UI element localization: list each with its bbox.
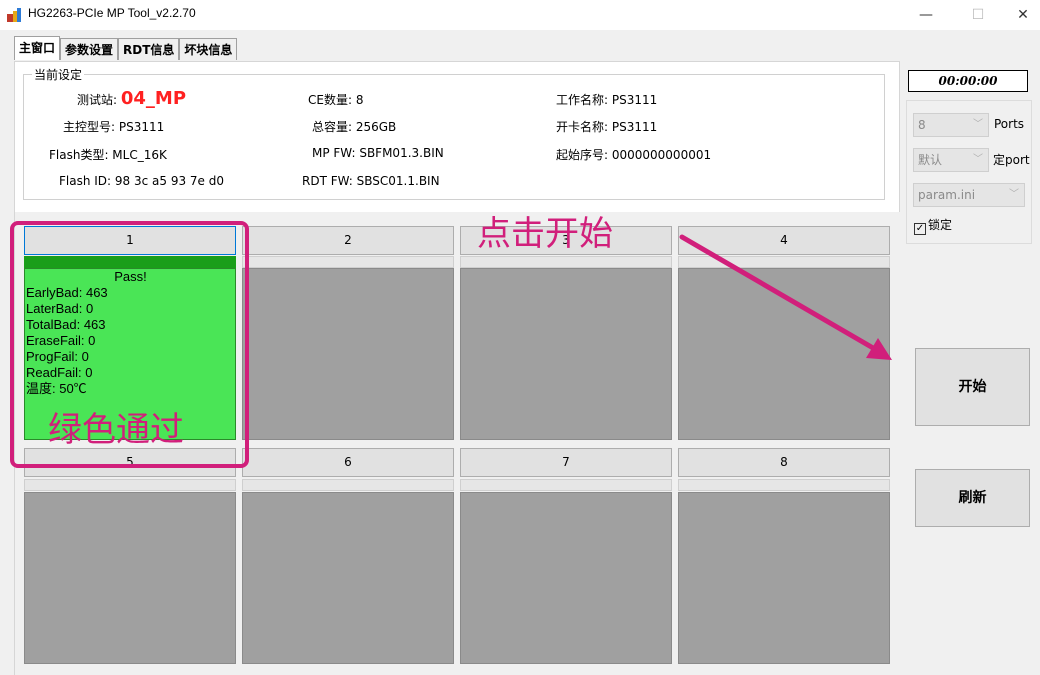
tab-main[interactable]: 主窗口 bbox=[14, 36, 61, 60]
fixed-port-label: 定port bbox=[993, 153, 1030, 167]
mp-fw-field: MP FW: SBFM01.3.BIN bbox=[312, 146, 444, 160]
port-4-button[interactable]: 4 bbox=[678, 226, 890, 255]
port-8-status-panel bbox=[678, 492, 890, 664]
green-pass-annotation: 绿色通过 bbox=[48, 410, 184, 450]
ce-count-field: CE数量: 8 bbox=[308, 93, 364, 107]
port-5-status-panel bbox=[24, 492, 236, 664]
tab-bad-block-info[interactable]: 坏块信息 bbox=[179, 38, 238, 60]
ports-select-value: 8 bbox=[918, 118, 926, 132]
port-2-progress-bar bbox=[242, 256, 454, 268]
work-name-field: 工作名称: PS3111 bbox=[556, 93, 658, 107]
port-6-button[interactable]: 6 bbox=[242, 448, 454, 477]
port-3-progress-bar bbox=[460, 256, 672, 268]
current-settings-group: 当前设定 测试站: 04_MP 主控型号: PS3111 Flash类型: ML… bbox=[23, 66, 885, 200]
flash-type-field: Flash类型: MLC_16K bbox=[49, 148, 167, 162]
rdt-fw-field: RDT FW: SBSC01.1.BIN bbox=[302, 174, 440, 188]
minimize-button[interactable]: — bbox=[903, 0, 949, 30]
group-title: 当前设定 bbox=[32, 66, 85, 83]
port-2-button[interactable]: 2 bbox=[242, 226, 454, 255]
elapsed-timer: 00:00:00 bbox=[908, 70, 1028, 92]
maximize-button[interactable]: ☐ bbox=[955, 0, 1001, 30]
checkbox-checked-icon: ✓ bbox=[914, 223, 926, 235]
chevron-down-icon: ﹀ bbox=[973, 119, 983, 130]
tab-parameters[interactable]: 参数设置 bbox=[60, 38, 119, 60]
controller-field: 主控型号: PS3111 bbox=[63, 120, 165, 134]
click-start-annotation: 点击开始 bbox=[477, 214, 613, 254]
port-7-button[interactable]: 7 bbox=[460, 448, 672, 477]
default-select[interactable]: 默认 ﹀ bbox=[913, 148, 989, 172]
close-button[interactable]: ✕ bbox=[1000, 0, 1040, 30]
tab-strip: 主窗口 参数设置 RDT信息 坏块信息 bbox=[14, 36, 238, 60]
flash-id-field: Flash ID: 98 3c a5 93 7e d0 bbox=[59, 174, 224, 188]
ports-select[interactable]: 8 ﹀ bbox=[913, 113, 989, 137]
port-8-button[interactable]: 8 bbox=[678, 448, 890, 477]
ports-label: Ports bbox=[994, 117, 1025, 131]
port-8-progress-bar bbox=[678, 479, 890, 491]
port-7-status-panel bbox=[460, 492, 672, 664]
station-field: 测试站: 04_MP bbox=[77, 88, 186, 109]
station-value: 04_MP bbox=[120, 88, 187, 109]
start-serial-field: 起始序号: 0000000000001 bbox=[556, 148, 712, 162]
lock-checkbox[interactable]: ✓ 锁定 bbox=[914, 216, 952, 235]
port-2-status-panel bbox=[242, 268, 454, 440]
lock-label: 锁定 bbox=[928, 218, 953, 232]
port-6-status-panel bbox=[242, 492, 454, 664]
app-icon bbox=[7, 8, 21, 22]
capacity-field: 总容量: 256GB bbox=[312, 120, 397, 134]
port-4-status-panel bbox=[678, 268, 890, 440]
chevron-down-icon: ﹀ bbox=[1009, 189, 1019, 200]
title-bar: HG2263-PCIe MP Tool_v2.2.70 — ☐ ✕ bbox=[0, 0, 1040, 30]
start-button[interactable]: 开始 bbox=[915, 348, 1030, 426]
default-select-value: 默认 bbox=[918, 153, 943, 167]
port-4-progress-bar bbox=[678, 256, 890, 268]
window-title: HG2263-PCIe MP Tool_v2.2.70 bbox=[28, 6, 196, 20]
port-7-progress-bar bbox=[460, 479, 672, 491]
port-6-progress-bar bbox=[242, 479, 454, 491]
param-file-value: param.ini bbox=[918, 188, 976, 202]
tab-rdt-info[interactable]: RDT信息 bbox=[118, 38, 180, 60]
refresh-button[interactable]: 刷新 bbox=[915, 469, 1030, 527]
open-card-name-field: 开卡名称: PS3111 bbox=[556, 120, 658, 134]
port-3-status-panel bbox=[460, 268, 672, 440]
station-label: 测试站: bbox=[77, 93, 118, 107]
param-file-select[interactable]: param.ini ﹀ bbox=[913, 183, 1025, 207]
port-5-progress-bar bbox=[24, 479, 236, 491]
chevron-down-icon: ﹀ bbox=[973, 154, 983, 165]
